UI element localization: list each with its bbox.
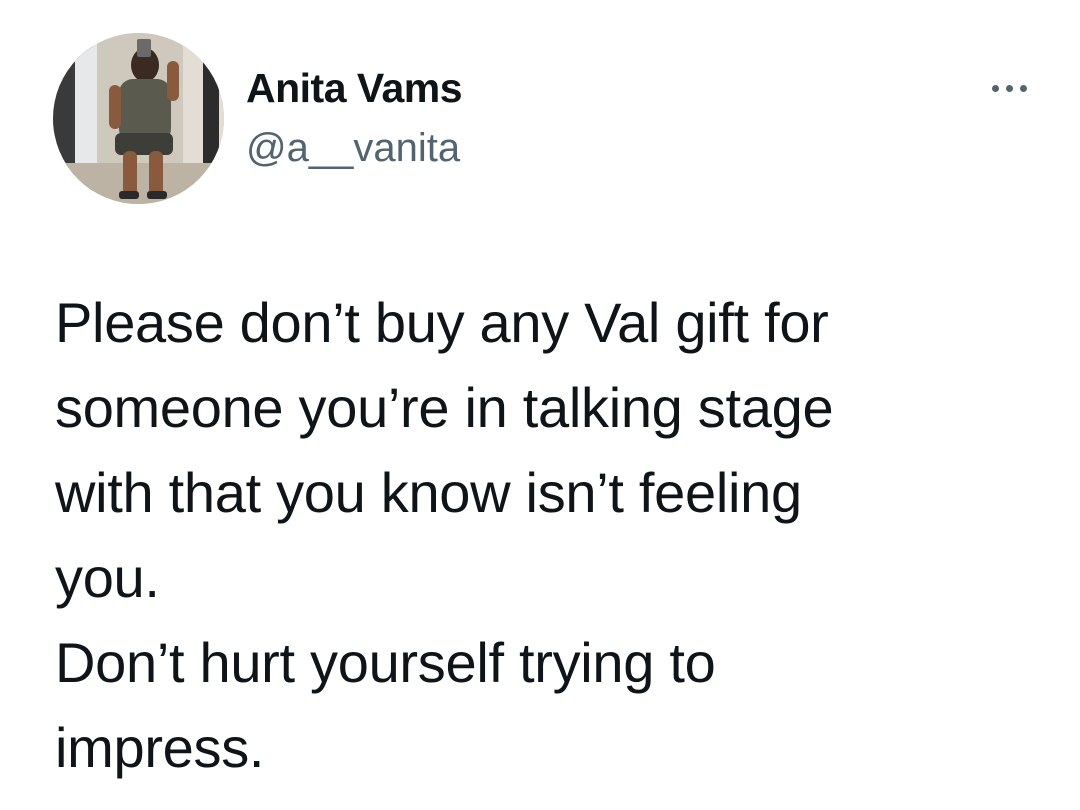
tweet-text-line: Don’t hurt yourself trying to (55, 631, 716, 694)
tweet-text-line: with that you know isn’t feeling (55, 461, 802, 524)
tweet-text-line: Please don’t buy any Val gift for (55, 291, 829, 354)
author-handle[interactable]: @a__vanita (246, 124, 460, 172)
more-dot (1020, 85, 1027, 92)
tweet-text: Please don’t buy any Val gift for someon… (55, 280, 1055, 790)
author-display-name[interactable]: Anita Vams (246, 64, 463, 112)
more-dot (1006, 85, 1013, 92)
tweet-text-line: someone you’re in talking stage (55, 376, 834, 439)
tweet-text-line: you. (55, 546, 160, 609)
profile-photo-icon (53, 33, 224, 204)
tweet-card: Anita Vams @a__vanita Please don’t buy a… (0, 0, 1080, 810)
avatar[interactable] (53, 33, 224, 204)
more-options-icon[interactable] (984, 70, 1036, 106)
tweet-text-line: impress. (55, 716, 265, 779)
more-dot (992, 85, 999, 92)
